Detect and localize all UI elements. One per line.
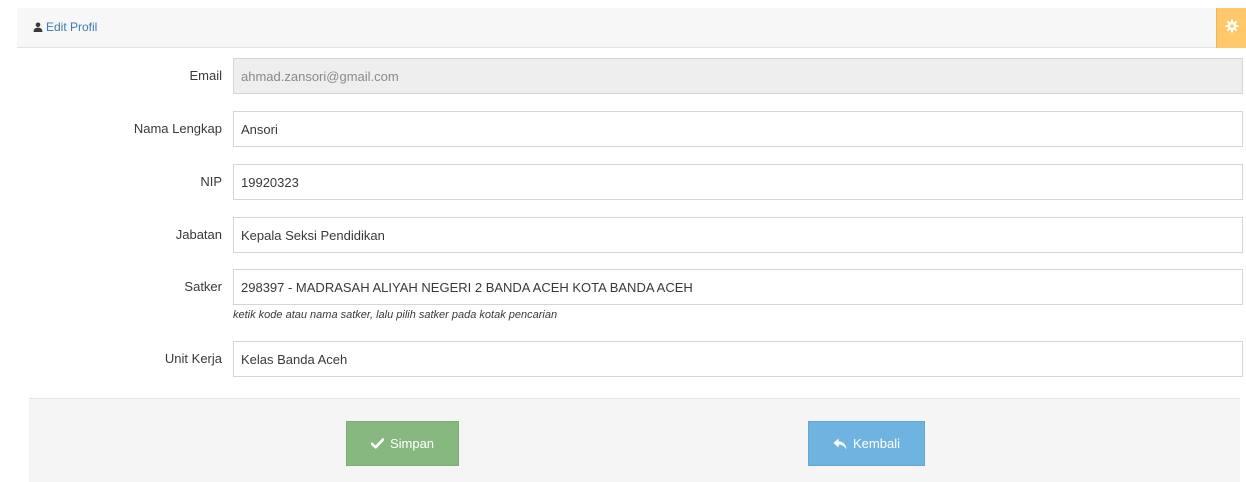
form-actions: Simpan Kembali <box>29 398 1240 482</box>
check-icon <box>370 438 384 449</box>
reply-icon <box>833 438 847 450</box>
edit-profile-page: Edit Profil Email Nama Lengk <box>0 0 1246 482</box>
save-button-label: Simpan <box>389 436 435 451</box>
email-label: Email <box>189 68 222 83</box>
settings-button[interactable] <box>1216 8 1246 48</box>
nip-field[interactable] <box>233 164 1243 200</box>
jabatan-field[interactable] <box>233 217 1243 253</box>
user-icon <box>33 22 43 32</box>
jabatan-label: Jabatan <box>175 227 222 242</box>
gear-icon <box>1225 19 1239 38</box>
email-field[interactable] <box>233 58 1243 94</box>
back-button-label: Kembali <box>853 436 900 451</box>
nama-lengkap-label: Nama Lengkap <box>133 121 222 136</box>
unit-kerja-row: Unit Kerja <box>17 341 1246 377</box>
page-title: Edit Profil <box>33 20 97 34</box>
satker-label: Satker <box>184 279 222 294</box>
nama-lengkap-field[interactable] <box>233 111 1243 147</box>
satker-field[interactable] <box>233 269 1243 305</box>
save-button[interactable]: Simpan <box>346 421 459 466</box>
unit-kerja-field[interactable] <box>233 341 1243 377</box>
back-button[interactable]: Kembali <box>808 421 925 466</box>
satker-row: Satker ketik kode atau nama satker, lalu… <box>17 269 1246 321</box>
nama-lengkap-row: Nama Lengkap <box>17 111 1246 147</box>
jabatan-row: Jabatan <box>17 217 1246 253</box>
widget-header: Edit Profil <box>17 8 1246 48</box>
nip-label: NIP <box>200 174 222 189</box>
unit-kerja-label: Unit Kerja <box>164 351 222 366</box>
email-row: Email <box>17 58 1246 94</box>
satker-help-text: ketik kode atau nama satker, lalu pilih … <box>233 309 558 321</box>
nip-row: NIP <box>17 164 1246 200</box>
page-title-text: Edit Profil <box>46 20 98 34</box>
